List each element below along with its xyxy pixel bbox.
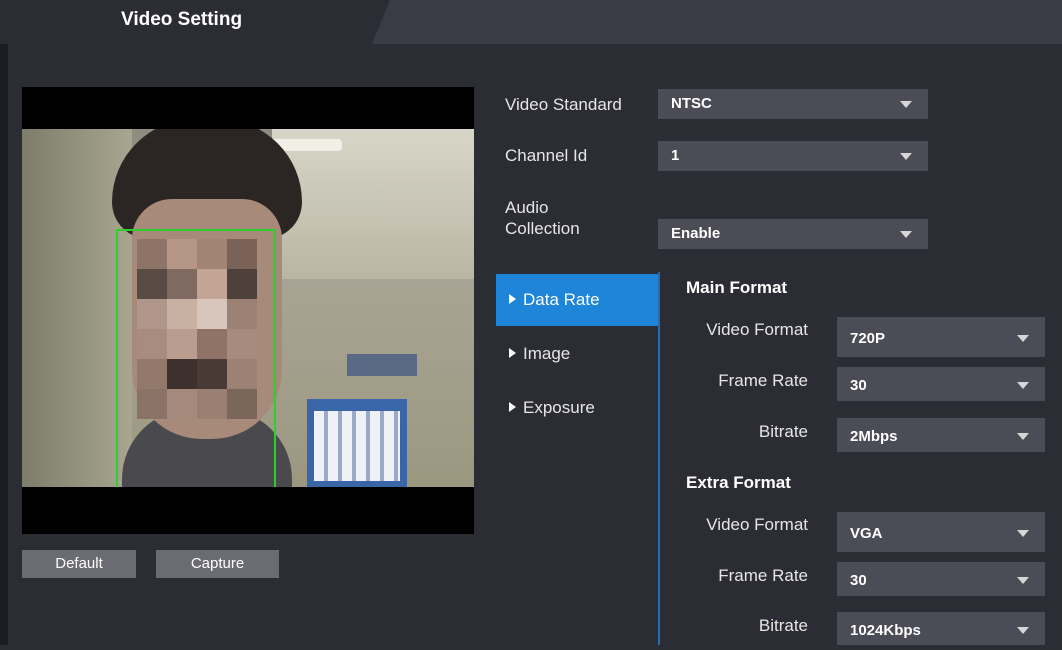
camera-image xyxy=(22,129,474,487)
menu-item-label: Exposure xyxy=(523,398,595,417)
extra-bitrate-select[interactable]: 1024Kbps xyxy=(837,612,1045,645)
chevron-down-icon xyxy=(900,101,912,108)
extra-bitrate-value: 1024Kbps xyxy=(850,622,921,639)
chevron-down-icon xyxy=(1017,577,1029,584)
default-button[interactable]: Default xyxy=(22,550,136,578)
menu-item-image[interactable]: Image xyxy=(496,328,658,380)
chevron-down-icon xyxy=(900,153,912,160)
title-bar: Video Setting xyxy=(0,0,1062,44)
extra-frame-rate-value: 30 xyxy=(850,572,867,589)
menu-item-label: Image xyxy=(523,344,571,363)
audio-collection-select[interactable]: Enable xyxy=(658,219,928,249)
audio-collection-label-line1: Audio xyxy=(505,198,549,217)
chevron-down-icon xyxy=(1017,530,1029,537)
caret-right-icon xyxy=(509,401,516,412)
main-bitrate-select[interactable]: 2Mbps xyxy=(837,418,1045,452)
audio-collection-label: Audio Collection xyxy=(505,197,580,239)
main-bitrate-label: Bitrate xyxy=(758,422,808,441)
chevron-down-icon xyxy=(900,231,912,238)
extra-format-heading: Extra Format xyxy=(686,473,791,492)
menu-item-label: Data Rate xyxy=(523,290,600,309)
extra-frame-rate-label: Frame Rate xyxy=(718,566,808,585)
main-frame-rate-value: 30 xyxy=(850,377,867,394)
caret-right-icon xyxy=(509,293,516,304)
video-preview xyxy=(22,87,474,534)
main-frame-rate-select[interactable]: 30 xyxy=(837,367,1045,401)
main-video-format-label: Video Format xyxy=(706,320,808,339)
menu-item-data-rate[interactable]: Data Rate xyxy=(496,274,658,326)
menu-item-exposure[interactable]: Exposure xyxy=(496,382,658,434)
channel-id-select[interactable]: 1 xyxy=(658,141,928,171)
channel-id-value: 1 xyxy=(671,147,680,164)
capture-button[interactable]: Capture xyxy=(156,550,279,578)
extra-bitrate-label: Bitrate xyxy=(758,616,808,635)
chevron-down-icon xyxy=(1017,382,1029,389)
main-format-heading: Main Format xyxy=(686,278,788,297)
extra-frame-rate-select[interactable]: 30 xyxy=(837,562,1045,596)
extra-video-format-select[interactable]: VGA xyxy=(837,512,1045,552)
chevron-down-icon xyxy=(1017,335,1029,342)
audio-collection-value: Enable xyxy=(671,225,721,242)
chevron-down-icon xyxy=(1017,433,1029,440)
face-detection-box xyxy=(116,229,276,487)
chevron-down-icon xyxy=(1017,627,1029,634)
main-video-format-value: 720P xyxy=(850,330,886,347)
caret-right-icon xyxy=(509,347,516,358)
window-edge xyxy=(0,0,8,645)
video-standard-label: Video Standard xyxy=(505,95,622,114)
channel-id-label: Channel Id xyxy=(505,146,588,165)
main-bitrate-value: 2Mbps xyxy=(850,428,898,445)
page-title: Video Setting xyxy=(121,9,243,30)
main-frame-rate-label: Frame Rate xyxy=(718,371,808,390)
video-standard-value: NTSC xyxy=(671,95,712,112)
video-standard-select[interactable]: NTSC xyxy=(658,89,928,119)
extra-video-format-value: VGA xyxy=(850,525,883,542)
main-video-format-select[interactable]: 720P xyxy=(837,317,1045,357)
extra-video-format-label: Video Format xyxy=(706,515,808,534)
audio-collection-label-line2: Collection xyxy=(505,219,580,238)
